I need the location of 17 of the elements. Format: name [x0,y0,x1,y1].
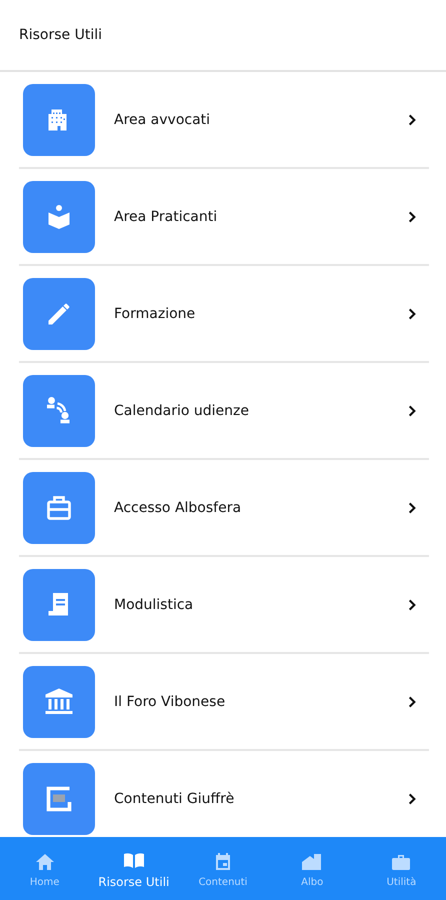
nav-tab[interactable]: Risorse Utili [89,837,178,900]
item-label: Area Praticanti [114,208,218,224]
list-item[interactable]: Il Foro Vibonese [19,654,429,751]
item-label: Area avvocati [114,112,212,128]
page-title: Risorse Utili [19,27,102,43]
item-label: Il Foro Vibonese [114,694,226,710]
item-label: Modulistica [114,596,194,612]
list-item[interactable]: Area Praticanti [19,169,429,266]
list-item[interactable]: Modulistica [19,557,429,654]
list-item[interactable]: Accesso Albosfera [19,460,429,557]
list-item[interactable]: Area avvocati [19,72,429,169]
item-label: Calendario udienze [114,402,250,418]
list-item[interactable]: Formazione [19,266,429,363]
item-label: Formazione [114,306,196,322]
list-item[interactable]: Calendario udienze [19,363,429,460]
item-label: Contenuti Giuffrè [114,790,236,806]
item-label: Accesso Albosfera [114,500,242,516]
